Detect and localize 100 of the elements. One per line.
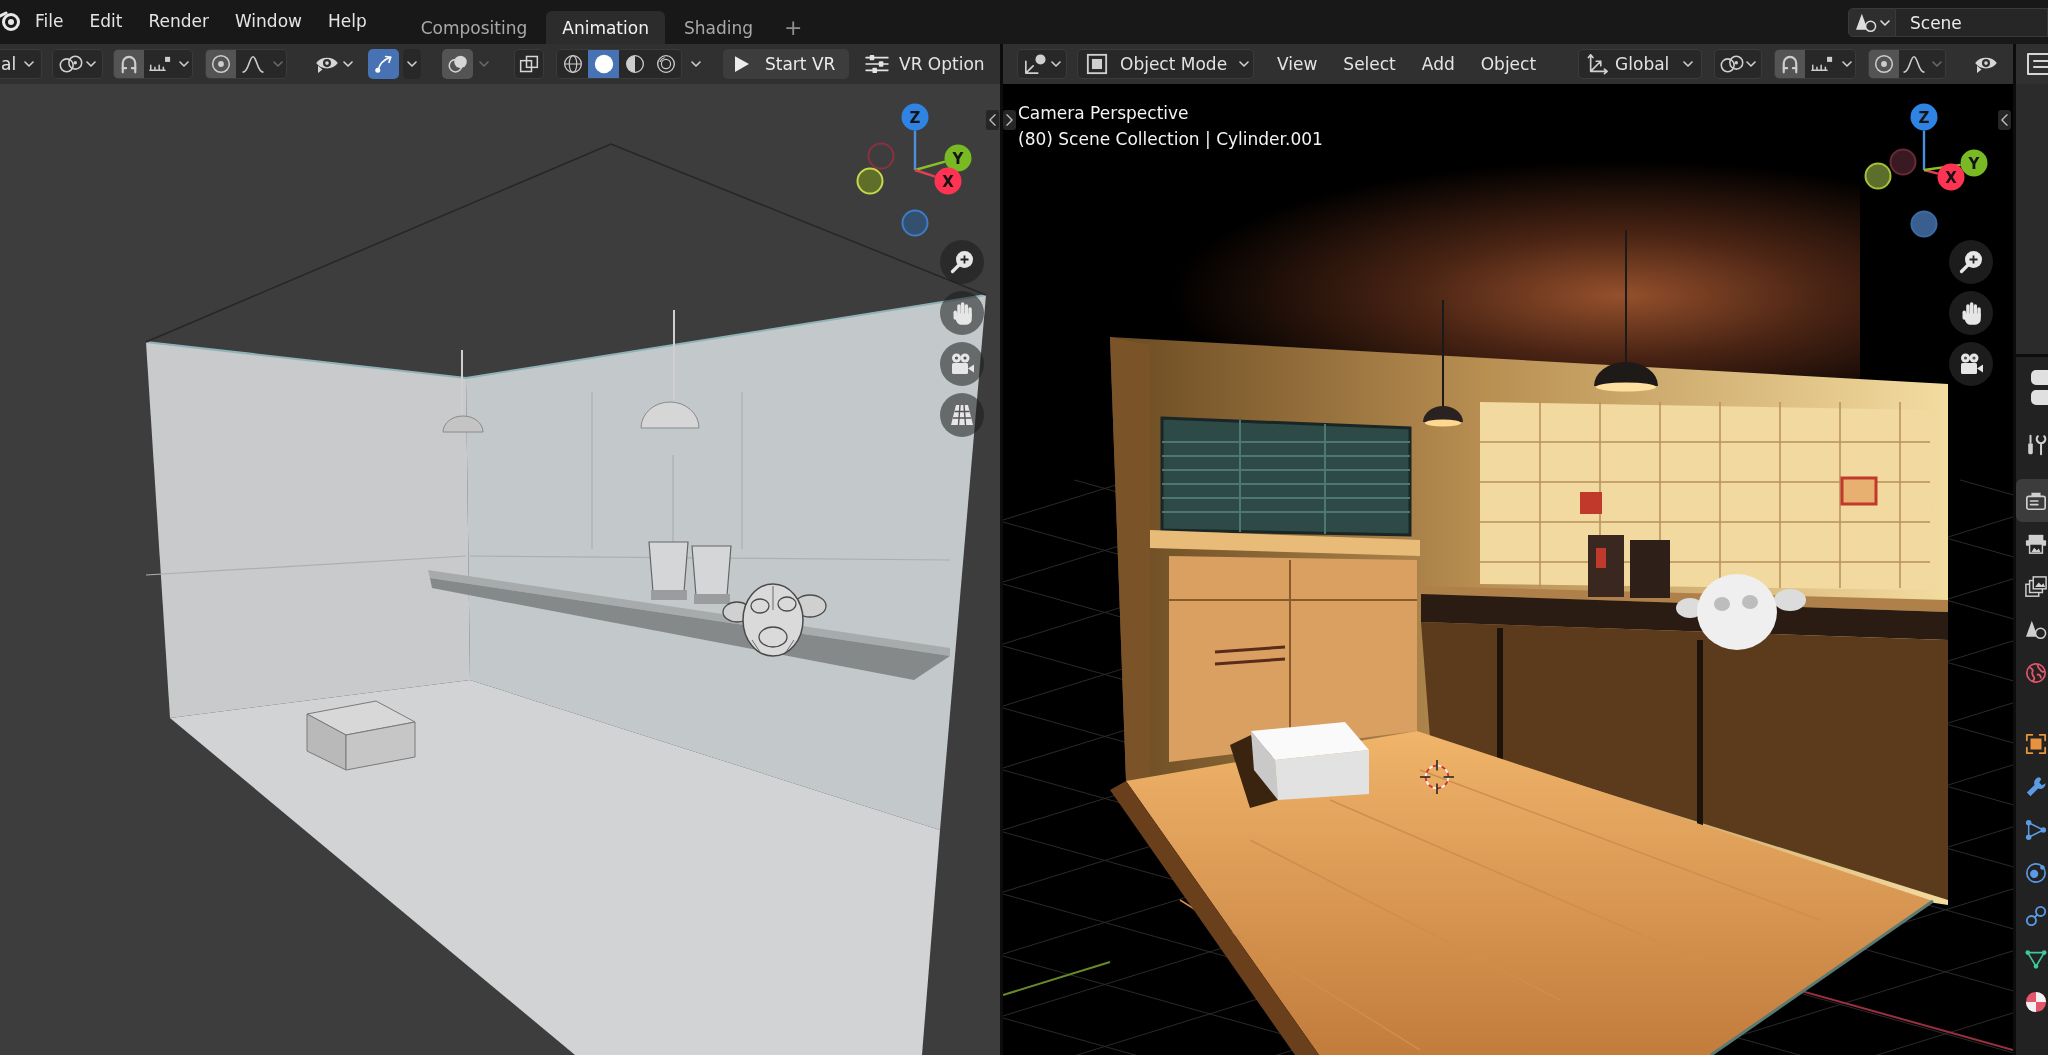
picture-frame <box>1840 476 1878 506</box>
menu-item[interactable]: Edit <box>76 11 136 31</box>
workspace-tab[interactable]: Compositing <box>404 11 544 44</box>
eye-icon <box>315 55 339 73</box>
workspace-tab[interactable]: Shading <box>667 11 769 44</box>
chevron-left-icon <box>989 114 996 126</box>
chevron-down-icon <box>343 61 353 67</box>
chevron-left-icon <box>2001 114 2008 126</box>
axis-handle-icon[interactable] <box>1910 210 1938 238</box>
blender-jar <box>648 541 689 600</box>
axis-button[interactable]: X <box>934 167 962 195</box>
target-icon <box>1874 54 1895 74</box>
menu-item[interactable]: View <box>1264 54 1331 74</box>
sidebar-toggle[interactable] <box>986 110 999 130</box>
axis-button[interactable]: Z <box>1910 103 1938 131</box>
workspace-tab[interactable]: Animation <box>546 11 665 44</box>
menu-item[interactable]: Add <box>1408 54 1468 74</box>
wall-sign <box>1580 492 1602 514</box>
proportional-editing-toggle[interactable] <box>1869 50 1900 78</box>
shading-mode-button[interactable] <box>588 50 619 78</box>
chevron-down-icon <box>407 61 417 67</box>
chevron-down-icon <box>1932 61 1943 67</box>
axis-handle-icon[interactable] <box>901 209 929 237</box>
axes-ball-icon <box>1023 53 1047 75</box>
axes-icon <box>1587 53 1610 75</box>
menu-item[interactable]: Object <box>1467 54 1550 74</box>
scene-type-dropdown[interactable] <box>1848 8 1896 37</box>
chevron-down-icon <box>24 61 34 67</box>
zoom-in-icon <box>950 250 974 274</box>
editor-type-dropdown[interactable] <box>1017 49 1067 79</box>
start-vr-button[interactable]: Start VR <box>723 49 849 79</box>
add-workspace-button[interactable]: + <box>784 11 803 44</box>
shading-options-button[interactable] <box>688 61 704 67</box>
proportional-editing-toggle[interactable] <box>206 50 236 78</box>
view-name-label: Camera Perspective <box>1018 102 1189 125</box>
pivot-point-dropdown[interactable] <box>1714 49 1763 79</box>
menu-item[interactable]: Select <box>1330 54 1409 74</box>
collection-info-label: (80) Scene Collection | Cylinder.001 <box>1018 128 1323 151</box>
target-icon <box>211 54 231 74</box>
pan-button[interactable] <box>940 291 984 335</box>
menu-item[interactable]: Help <box>314 11 380 31</box>
orientation-dropdown[interactable]: al <box>0 49 42 79</box>
mode-dropdown[interactable]: Object Mode <box>1077 49 1254 79</box>
orientation-dropdown[interactable]: Global <box>1578 49 1703 79</box>
snap-toggle[interactable] <box>1775 50 1806 78</box>
bell-curve-icon <box>1903 55 1926 73</box>
menu-item[interactable]: Render <box>135 11 222 31</box>
menu-item[interactable]: File <box>22 11 77 31</box>
chevron-down-icon <box>86 61 96 67</box>
curved-arrow-icon <box>373 54 394 74</box>
cone-sphere-icon <box>1854 12 1877 33</box>
chevron-down-icon <box>1051 61 1061 67</box>
eye-icon <box>1974 55 1999 73</box>
zoom-button[interactable] <box>940 240 984 284</box>
menu-item[interactable]: Window <box>221 11 315 31</box>
gizmo-options-button[interactable] <box>403 49 421 79</box>
projection-toggle-button[interactable] <box>940 393 984 437</box>
overlay-toggle[interactable] <box>442 49 473 79</box>
overlapping-squares-icon <box>519 54 539 74</box>
scene-selector[interactable]: Scene <box>1896 8 2048 37</box>
chevron-down-icon <box>1239 61 1250 67</box>
globe-icon <box>2025 661 2047 684</box>
app-logo-icon <box>0 11 22 33</box>
toolbar-toggle[interactable] <box>1003 110 1016 130</box>
snap-toggle[interactable] <box>114 50 144 78</box>
axis-button[interactable]: Z <box>901 103 929 131</box>
camera-view-button[interactable] <box>1949 342 1993 386</box>
zoom-button[interactable] <box>1949 240 1993 284</box>
node-graph-icon <box>2025 818 2047 841</box>
coffee-machine <box>1630 540 1670 598</box>
ruler-icon <box>1811 56 1834 72</box>
coffee-machine <box>1588 535 1624 597</box>
pivot-point-dropdown[interactable] <box>52 49 103 79</box>
sidebar-toggle[interactable] <box>1998 110 2011 130</box>
magnet-icon <box>119 54 139 74</box>
vr-options-button[interactable]: VR Option <box>865 49 985 79</box>
properties-tab[interactable] <box>2016 479 2048 522</box>
camera-view-button[interactable] <box>940 342 984 386</box>
axis-button[interactable]: X <box>1937 163 1965 191</box>
chevron-down-icon <box>479 61 489 67</box>
axis-handle-icon[interactable] <box>867 142 895 170</box>
gizmo-toggle[interactable] <box>368 49 399 79</box>
pan-button[interactable] <box>1949 291 1993 335</box>
perspective-grid-icon <box>950 404 974 426</box>
wrench-icon <box>2025 775 2047 798</box>
axis-handle-icon[interactable] <box>1864 162 1892 190</box>
triangle-mesh-icon <box>2025 947 2047 970</box>
crosshair-icon <box>1420 760 1454 794</box>
solid-sphere-icon <box>593 54 614 74</box>
orbit-icon <box>2025 861 2047 884</box>
object-square-icon <box>2025 732 2047 755</box>
chevron-down-icon <box>1842 61 1853 67</box>
xray-toggle[interactable] <box>514 49 544 79</box>
chevron-down-icon <box>1683 61 1694 67</box>
axis-button[interactable]: Y <box>944 144 972 172</box>
axis-handle-icon[interactable] <box>1889 148 1917 176</box>
movie-camera-icon <box>950 353 974 375</box>
blender-jar <box>691 545 732 604</box>
material-sphere-icon <box>624 54 645 74</box>
axis-button[interactable]: Y <box>1960 149 1988 177</box>
